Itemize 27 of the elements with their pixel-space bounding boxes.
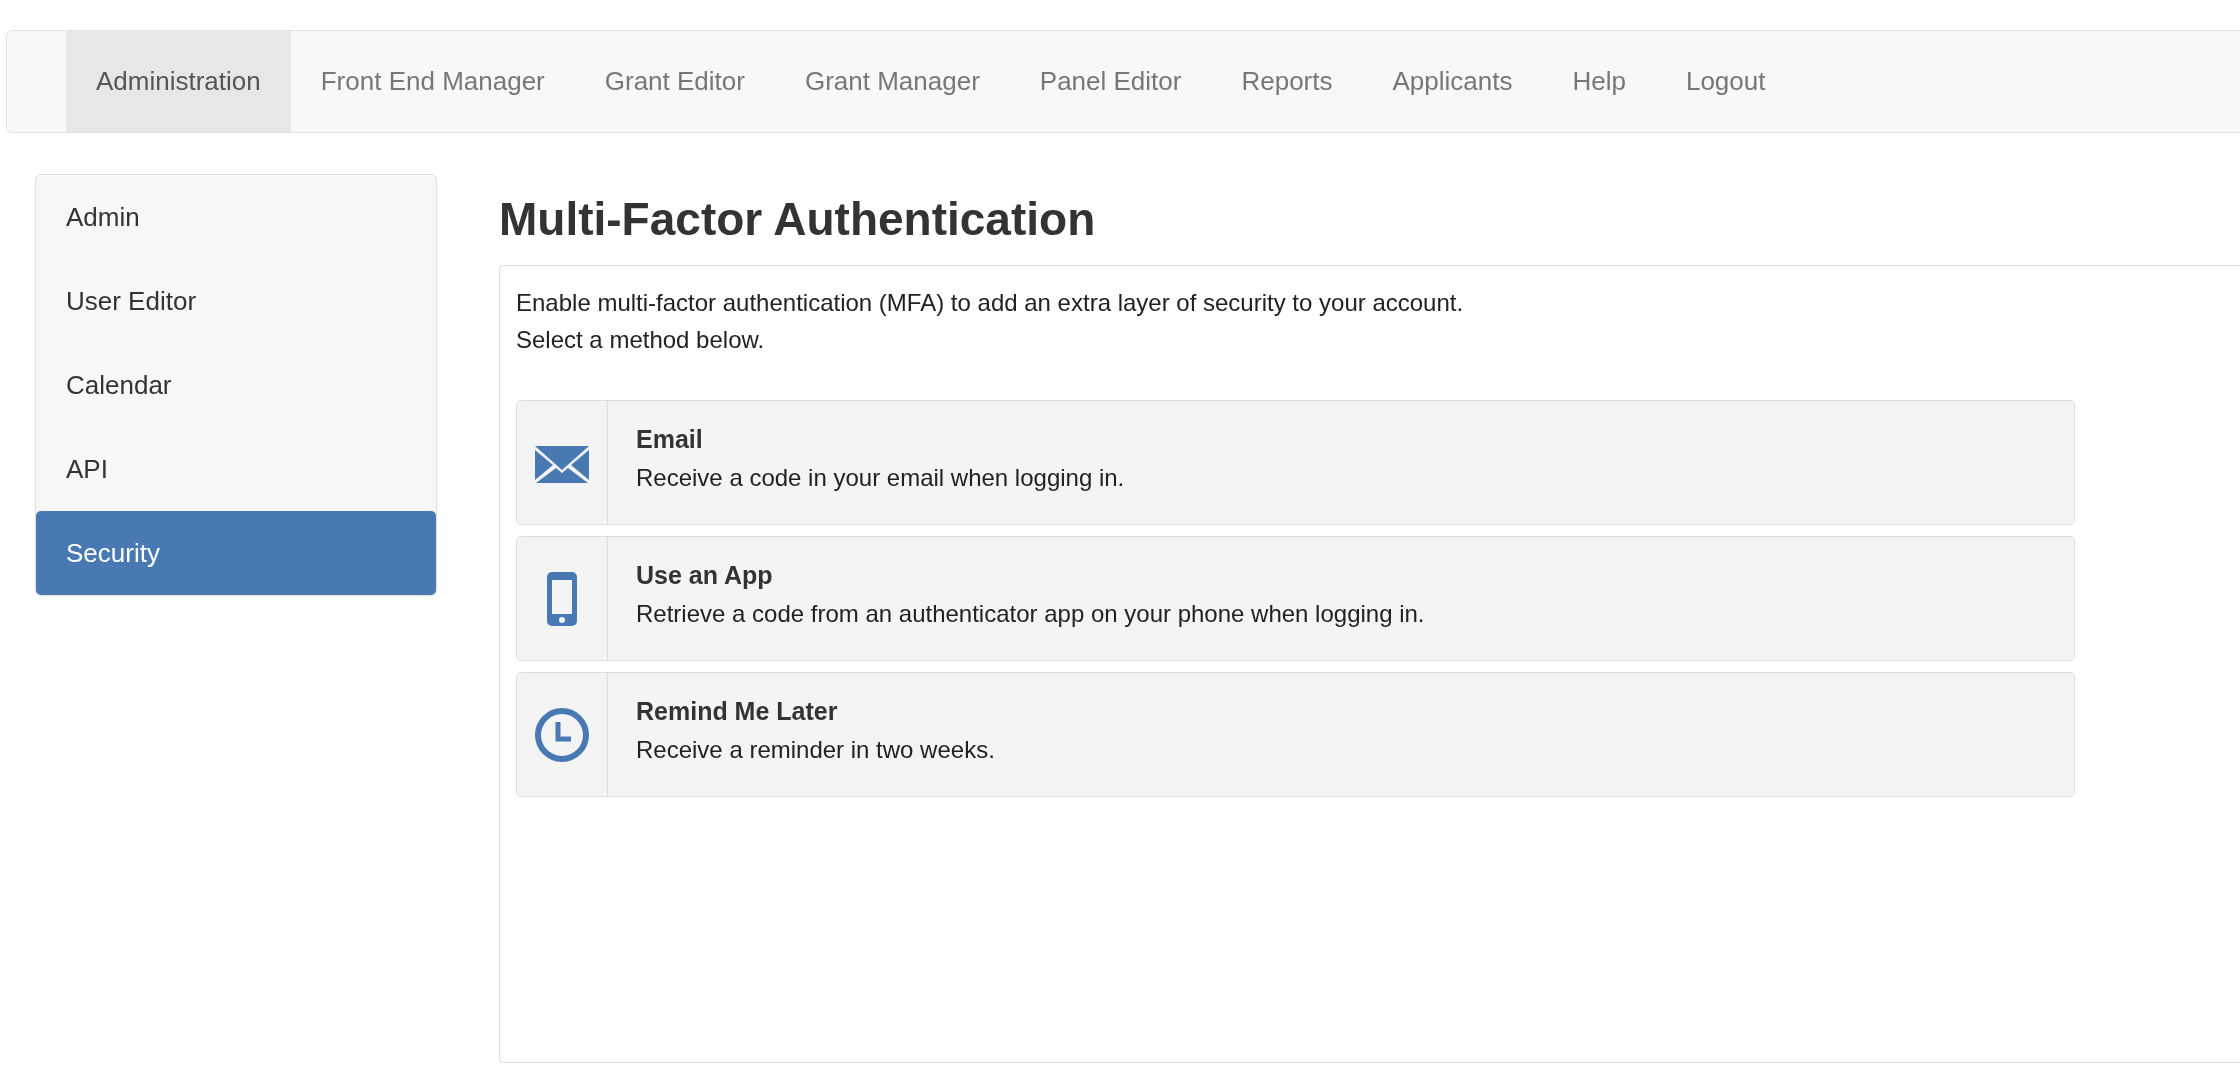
method-title: Email bbox=[636, 425, 704, 454]
method-title: Remind Me Later bbox=[636, 697, 839, 726]
method-title: Use an App bbox=[636, 561, 774, 590]
sidebar-item[interactable]: User Editor bbox=[36, 259, 436, 343]
method-option[interactable]: Remind Me Later Receive a reminder in two weeks. bbox=[516, 672, 2075, 797]
sidebar-item[interactable]: API bbox=[36, 427, 436, 511]
method-description: Retrieve a code from an authenticator app on your phone when logging in. bbox=[636, 600, 1425, 628]
method-option[interactable]: Use an App Retrieve a code from an authenticator app on your phone when logging in. bbox=[516, 536, 2075, 661]
method-description: Receive a code in your email when logging in. bbox=[636, 464, 1125, 492]
nav-tab[interactable]: Panel Editor bbox=[1009, 31, 1212, 132]
nav-tab[interactable]: Applicants bbox=[1362, 31, 1543, 132]
nav-tab[interactable]: Help bbox=[1542, 31, 1656, 132]
intro-text: Enable multi-factor authentication (MFA) to add an extra layer of security to your account. bbox=[516, 288, 1465, 318]
method-description: Receive a reminder in two weeks. bbox=[636, 736, 995, 764]
nav-tab[interactable]: Grant Editor bbox=[574, 31, 775, 132]
sidebar-item[interactable]: Admin bbox=[36, 175, 436, 259]
method-option[interactable]: Email Receive a code in your email when logging in. bbox=[516, 400, 2075, 525]
sidebar-item[interactable]: Calendar bbox=[36, 343, 436, 427]
nav-tab[interactable]: Logout bbox=[1655, 31, 1796, 132]
nav-tab[interactable]: Administration bbox=[66, 31, 291, 132]
clock-icon bbox=[533, 705, 591, 764]
sidebar-item[interactable]: Security bbox=[36, 511, 436, 595]
nav-tab[interactable]: Reports bbox=[1211, 31, 1363, 132]
page-title: Multi-Factor Authentication bbox=[499, 192, 1097, 247]
nav-tab[interactable]: Grant Manager bbox=[774, 31, 1010, 132]
intro-text: Select a method below. bbox=[516, 325, 766, 355]
nav-tab[interactable]: Front End Manager bbox=[290, 31, 575, 132]
